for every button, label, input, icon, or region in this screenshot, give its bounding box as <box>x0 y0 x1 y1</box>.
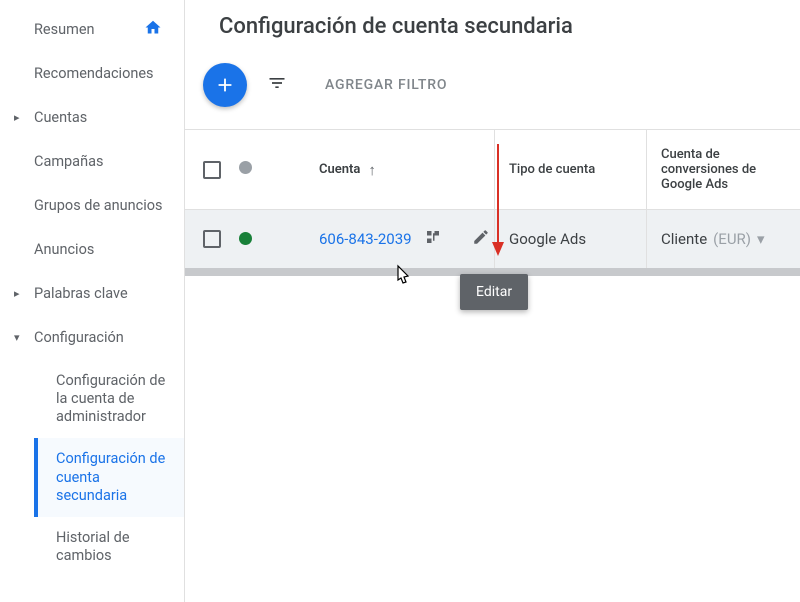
chevron-down-icon: ▾ <box>14 331 20 345</box>
sidebar-item-grupos-anuncios[interactable]: Grupos de anuncios <box>0 184 184 228</box>
table-row[interactable]: 606-843-2039 Google Ads Cliente (EUR) ▾ <box>185 210 800 268</box>
sidebar-item-label: Palabras clave <box>34 285 128 303</box>
column-header-conversiones[interactable]: Cuenta de conversiones de Google Ads <box>646 130 800 209</box>
column-header-label: Cuenta <box>319 162 360 177</box>
add-button[interactable] <box>203 63 247 107</box>
sidebar-item-label: Campañas <box>34 153 103 171</box>
sidebar-item-campanas[interactable]: Campañas <box>0 140 184 184</box>
sidebar-item-label: Recomendaciones <box>34 65 154 83</box>
page-title: Configuración de cuenta secundaria <box>185 0 800 57</box>
accounts-table: Cuenta ↑ Tipo de cuenta Cuenta de conver… <box>185 130 800 602</box>
cell-conversion-account[interactable]: Cliente (EUR) ▾ <box>646 210 800 268</box>
sidebar-item-config-admin[interactable]: Configuración de la cuenta de administra… <box>34 360 184 438</box>
home-icon <box>144 18 162 41</box>
currency-label: (EUR) <box>713 230 751 248</box>
select-all-checkbox[interactable] <box>185 161 239 179</box>
table-header-row: Cuenta ↑ Tipo de cuenta Cuenta de conver… <box>185 130 800 210</box>
column-header-cuenta[interactable]: Cuenta ↑ <box>289 161 494 179</box>
sort-ascending-icon: ↑ <box>368 161 376 179</box>
sidebar-item-label: Cuentas <box>34 109 87 127</box>
sidebar-item-label: Historial de cambios <box>56 529 168 565</box>
sidebar-item-configuracion[interactable]: ▾ Configuración <box>0 316 184 360</box>
filter-icon[interactable] <box>267 73 287 97</box>
sidebar-item-historial-cambios[interactable]: Historial de cambios <box>34 517 184 577</box>
sidebar-item-label: Configuración de cuenta secundaria <box>56 450 168 504</box>
sidebar-item-label: Resumen <box>34 21 95 39</box>
dropdown-icon: ▾ <box>757 230 765 248</box>
edit-icon[interactable] <box>472 228 490 250</box>
sidebar-item-recomendaciones[interactable]: Recomendaciones <box>0 52 184 96</box>
sidebar-item-palabras-clave[interactable]: ▸ Palabras clave <box>0 272 184 316</box>
column-header-label: Tipo de cuenta <box>509 162 595 177</box>
sidebar-item-cuentas[interactable]: ▸ Cuentas <box>0 96 184 140</box>
status-dot-header <box>239 161 289 178</box>
client-label: Cliente <box>661 230 707 248</box>
sidebar-item-label: Configuración <box>34 329 124 347</box>
sidebar-item-label: Configuración de la cuenta de administra… <box>56 372 168 426</box>
cell-account-type: Google Ads <box>494 210 646 268</box>
sidebar-submenu-configuracion: Configuración de la cuenta de administra… <box>0 360 184 577</box>
sidebar-item-label: Anuncios <box>34 241 94 259</box>
edit-tooltip: Editar <box>460 274 528 310</box>
sidebar-item-resumen[interactable]: Resumen <box>0 8 184 52</box>
status-indicator <box>239 230 289 249</box>
add-filter-label[interactable]: AGREGAR FILTRO <box>325 77 447 93</box>
toolbar: AGREGAR FILTRO <box>185 57 800 130</box>
row-checkbox[interactable] <box>185 230 239 248</box>
hierarchy-icon[interactable] <box>424 228 442 250</box>
chevron-right-icon: ▸ <box>14 111 20 125</box>
account-id-link[interactable]: 606-843-2039 <box>319 230 412 248</box>
sidebar-item-label: Grupos de anuncios <box>34 197 163 215</box>
column-header-tipo-cuenta[interactable]: Tipo de cuenta <box>494 130 646 209</box>
column-header-label: Cuenta de conversiones de Google Ads <box>661 147 800 192</box>
plus-icon <box>214 74 236 96</box>
sidebar: Resumen Recomendaciones ▸ Cuentas Campañ… <box>0 0 185 602</box>
sidebar-item-anuncios[interactable]: Anuncios <box>0 228 184 272</box>
sidebar-item-config-secundaria[interactable]: Configuración de cuenta secundaria <box>34 438 184 516</box>
chevron-right-icon: ▸ <box>14 287 20 301</box>
